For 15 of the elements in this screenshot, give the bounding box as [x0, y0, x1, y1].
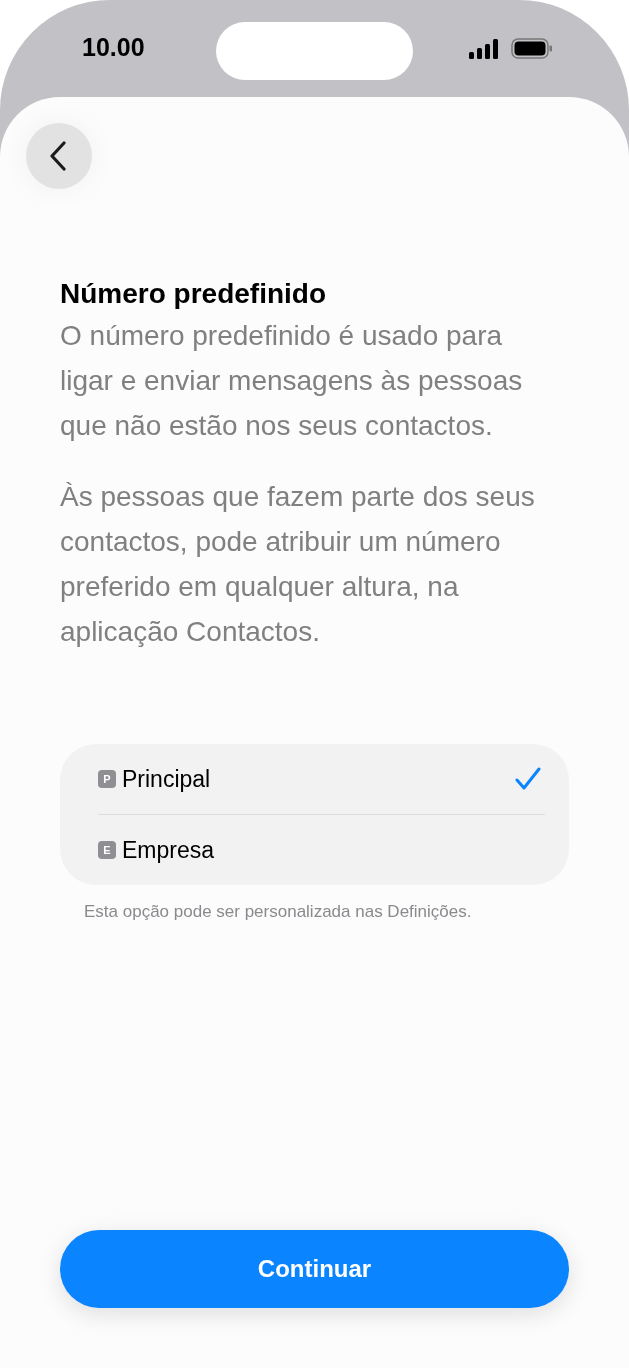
signal-icon [469, 38, 501, 59]
label-badge: E [98, 841, 116, 859]
chevron-left-icon [48, 141, 67, 171]
status-time: 10.00 [82, 33, 145, 62]
option-label: Empresa [122, 836, 216, 864]
footnote-text: Esta opção pode ser personalizada nas Definições. [84, 901, 473, 923]
page-title: Número predefinido [60, 277, 327, 311]
continue-button[interactable]: Continuar [60, 1230, 569, 1308]
option-row[interactable]: E Empresa [98, 814, 545, 885]
battery-icon [511, 38, 553, 59]
option-label: Principal [122, 765, 212, 793]
description-paragraph: O número predefinido é usado para ligar e enviar mensagens às pessoas que não estão nos seus contactos. [60, 319, 524, 443]
label-badge: P [98, 770, 116, 788]
description-paragraph: Às pessoas que fazem parte dos seus contactos, pode atribuir um número preferido em qualquer altura, na aplicação Contactos. [60, 480, 536, 649]
option-row[interactable]: P Principal [98, 744, 545, 814]
